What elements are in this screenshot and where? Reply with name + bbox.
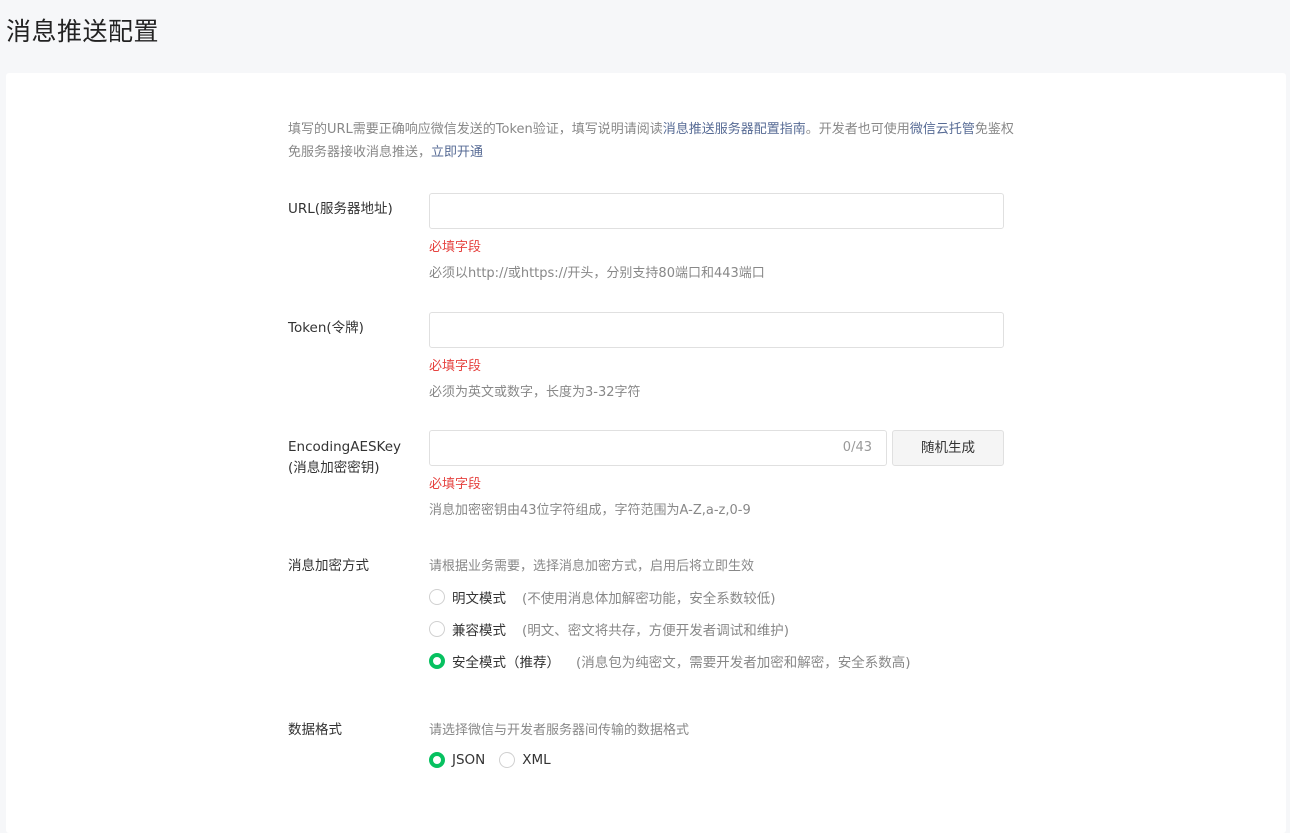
token-label: Token(令牌) — [288, 320, 364, 336]
encryption-option-compatible[interactable]: 兼容模式 (明文、密文将共存，方便开发者调试和维护) — [429, 619, 789, 639]
radio-label: 兼容模式 — [452, 623, 506, 639]
aeskey-label: EncodingAESKey (消息加密密钥) — [288, 437, 401, 479]
encryption-label: 消息加密方式 — [288, 558, 369, 574]
url-input[interactable] — [429, 193, 1004, 229]
random-generate-button[interactable]: 随机生成 — [892, 430, 1004, 466]
radio-checked-icon[interactable] — [429, 653, 445, 669]
radio-icon[interactable] — [429, 589, 445, 605]
activate-now-link[interactable]: 立即开通 — [431, 145, 483, 160]
encryption-hint: 请根据业务需要，选择消息加密方式，启用后将立即生效 — [429, 559, 755, 574]
token-hint: 必须为英文或数字，长度为3-32字符 — [429, 385, 641, 400]
aeskey-label-line2: (消息加密密钥) — [288, 460, 380, 476]
page-title: 消息推送配置 — [6, 17, 160, 46]
url-hint: 必须以http://或https://开头，分别支持80端口和443端口 — [429, 266, 765, 281]
data-format-xml-label[interactable]: XML — [522, 752, 550, 768]
encryption-option-plaintext[interactable]: 明文模式 (不使用消息体加解密功能，安全系数较低) — [429, 587, 776, 607]
radio-desc: (不使用消息体加解密功能，安全系数较低) — [522, 591, 776, 607]
radio-label: 明文模式 — [452, 591, 506, 607]
aeskey-label-line1: EncodingAESKey — [288, 439, 402, 455]
url-error: 必填字段 — [429, 240, 482, 255]
radio-label: 安全模式（推荐） — [452, 655, 560, 671]
token-input[interactable] — [429, 312, 1004, 348]
radio-checked-icon[interactable] — [429, 752, 445, 768]
data-format-label: 数据格式 — [288, 722, 342, 738]
aeskey-input[interactable]: 0/43 — [429, 430, 887, 466]
server-config-guide-link[interactable]: 消息推送服务器配置指南 — [663, 122, 806, 137]
intro-text-part1: 填写的URL需要正确响应微信发送的Token验证，填写说明请阅读 — [288, 122, 663, 137]
aeskey-error: 必填字段 — [429, 477, 482, 492]
token-error: 必填字段 — [429, 359, 482, 374]
wechat-cloud-hosting-link[interactable]: 微信云托管 — [910, 122, 975, 137]
encryption-option-secure[interactable]: 安全模式（推荐） (消息包为纯密文，需要开发者加密和解密，安全系数高) — [429, 651, 911, 671]
url-label: URL(服务器地址) — [288, 201, 393, 217]
aeskey-hint: 消息加密密钥由43位字符组成，字符范围为A-Z,a-z,0-9 — [429, 503, 751, 518]
data-format-options: JSON XML — [429, 750, 551, 770]
intro-text-part2: 。开发者也可使用 — [805, 122, 910, 137]
radio-icon[interactable] — [499, 752, 516, 768]
intro-text: 填写的URL需要正确响应微信发送的Token验证，填写说明请阅读消息推送服务器配… — [288, 118, 1018, 164]
radio-icon[interactable] — [429, 621, 445, 637]
radio-desc: (消息包为纯密文，需要开发者加密和解密，安全系数高) — [576, 655, 911, 671]
data-format-json-label[interactable]: JSON — [452, 752, 485, 768]
data-format-hint: 请选择微信与开发者服务器间传输的数据格式 — [429, 723, 690, 738]
radio-desc: (明文、密文将共存，方便开发者调试和维护) — [522, 623, 790, 639]
aeskey-char-counter: 0/43 — [842, 440, 872, 455]
